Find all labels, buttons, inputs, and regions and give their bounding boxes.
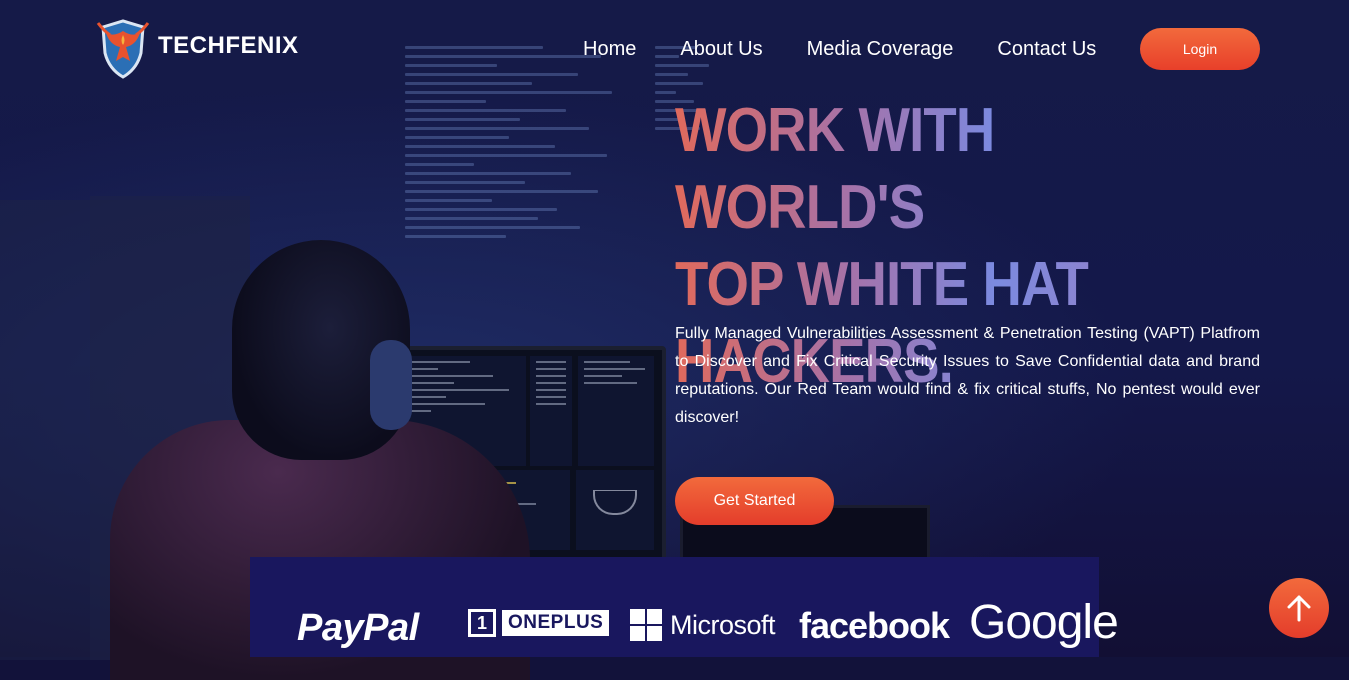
microsoft-grid-icon bbox=[630, 609, 662, 641]
scroll-to-top-button[interactable] bbox=[1269, 578, 1329, 638]
nav-media-coverage[interactable]: Media Coverage bbox=[807, 37, 954, 61]
background-code bbox=[405, 40, 635, 244]
headline-line: WORK WITH WORLD'S bbox=[675, 96, 995, 242]
arrow-up-icon bbox=[1287, 595, 1311, 622]
oneplus-wordmark: ONEPLUS bbox=[502, 610, 610, 636]
oneplus-mark: 1 bbox=[468, 609, 496, 637]
google-logo: Google bbox=[969, 596, 1119, 649]
headphones bbox=[370, 340, 412, 430]
brand-name: TECHFENIX bbox=[158, 32, 299, 59]
logo[interactable]: TECHFENIX bbox=[90, 15, 299, 81]
login-button[interactable]: Login bbox=[1140, 28, 1260, 70]
main-nav: Home About Us Media Coverage Contact Us bbox=[583, 37, 1140, 61]
microsoft-wordmark: Microsoft bbox=[670, 609, 776, 640]
paypal-logo: PayPal bbox=[297, 607, 419, 649]
microsoft-logo: Microsoft bbox=[630, 609, 776, 641]
hero-description: Fully Managed Vulnerabilities Assessment… bbox=[675, 325, 1260, 426]
facebook-logo: facebook bbox=[799, 605, 950, 646]
nav-home[interactable]: Home bbox=[583, 37, 636, 61]
phoenix-shield-icon bbox=[96, 19, 150, 79]
nav-about-us[interactable]: About Us bbox=[680, 37, 762, 61]
headline-line: TOP WHITE HAT bbox=[675, 250, 1088, 319]
get-started-button[interactable]: Get Started bbox=[675, 477, 834, 525]
oneplus-logo: 1 ONEPLUS bbox=[468, 609, 610, 637]
nav-contact-us[interactable]: Contact Us bbox=[997, 37, 1096, 61]
partner-logos-strip: PayPal 1 ONEPLUS Microsoft facebook Goog… bbox=[250, 557, 1119, 657]
